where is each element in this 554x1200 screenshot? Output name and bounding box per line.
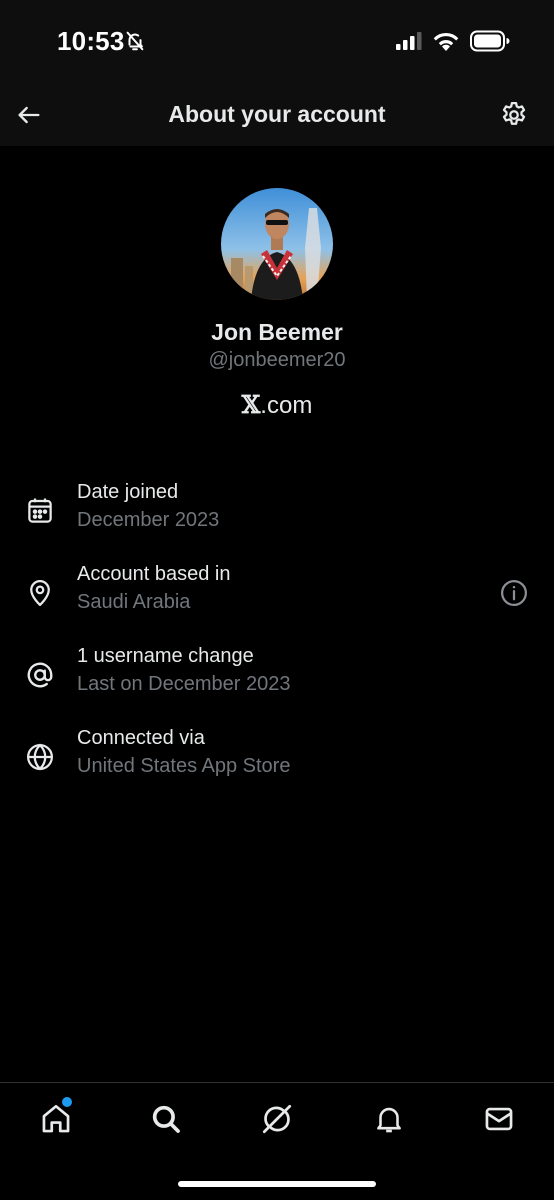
notification-dot — [62, 1097, 72, 1107]
cellular-signal-icon — [396, 32, 424, 55]
bell-icon — [377, 1107, 401, 1133]
info-title: Account based in — [77, 563, 231, 585]
avatar — [221, 188, 333, 300]
info-title: Connected via — [77, 727, 205, 749]
status-time: 10:53 — [57, 26, 125, 56]
info-value: Last on December 2023 — [77, 673, 291, 695]
info-row-date-joined: Date joined December 2023 — [0, 481, 554, 551]
globe-icon — [22, 739, 58, 775]
gear-icon — [502, 102, 526, 125]
x-logo-icon: 𝕏 — [241, 390, 261, 419]
tab-search[interactable] — [146, 1099, 186, 1139]
wifi-icon — [432, 30, 460, 57]
tab-grok[interactable] — [257, 1099, 297, 1139]
battery-icon — [470, 30, 510, 57]
info-value: United States App Store — [77, 755, 291, 777]
site-label: 𝕏.com — [0, 390, 554, 420]
settings-button[interactable] — [496, 97, 532, 133]
status-bar: 10:53 — [0, 0, 554, 84]
home-icon — [42, 1104, 70, 1133]
info-row-account-based-in: Account based in Saudi Arabia — [0, 563, 554, 633]
location-info-button[interactable] — [498, 577, 530, 609]
info-value: Saudi Arabia — [77, 591, 191, 613]
home-indicator[interactable] — [178, 1181, 376, 1187]
calendar-icon — [22, 493, 58, 529]
info-row-username-changes: 1 username change Last on December 2023 — [0, 645, 554, 715]
silent-mode-icon — [124, 30, 146, 57]
profile-display-name: Jon Beemer — [211, 319, 343, 345]
location-pin-icon — [22, 575, 58, 611]
search-icon — [152, 1105, 180, 1133]
grok-icon — [262, 1104, 292, 1134]
info-title: Date joined — [77, 481, 179, 503]
at-sign-icon — [22, 657, 58, 693]
info-row-connected-via: Connected via United States App Store — [0, 727, 554, 797]
profile-handle: @jonbeemer20 — [208, 349, 346, 371]
top-app-bar: About your account — [0, 84, 554, 146]
info-icon — [501, 580, 527, 606]
envelope-icon — [485, 1107, 513, 1131]
info-value: December 2023 — [77, 509, 220, 531]
tab-notifications[interactable] — [369, 1099, 409, 1139]
tab-messages[interactable] — [479, 1099, 519, 1139]
info-title: 1 username change — [77, 645, 254, 667]
page-title: About your account — [168, 101, 386, 127]
site-suffix: .com — [260, 392, 313, 419]
